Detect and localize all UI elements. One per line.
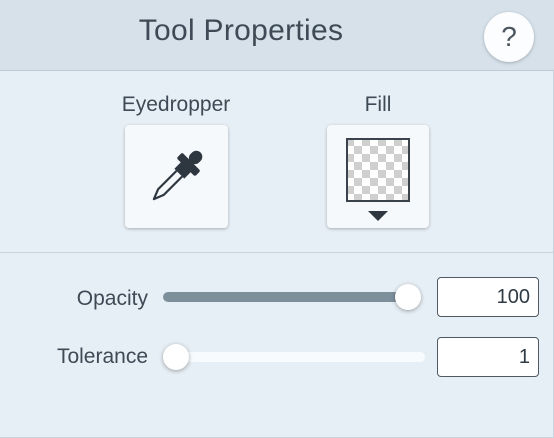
tolerance-input[interactable]: 1	[437, 337, 539, 377]
panel-title: Tool Properties	[138, 14, 344, 47]
help-icon: ?	[501, 21, 517, 52]
eyedropper-icon	[152, 150, 203, 201]
help-button[interactable]: ?	[484, 12, 534, 62]
fill-button[interactable]	[327, 125, 429, 228]
tolerance-slider-track[interactable]	[163, 352, 425, 362]
tool-properties-panel: Tool Properties ? Eyedropper Fill Opacit…	[0, 0, 554, 438]
tolerance-slider-thumb[interactable]	[163, 344, 189, 370]
opacity-slider-thumb[interactable]	[395, 284, 421, 310]
opacity-slider-track[interactable]	[163, 292, 421, 302]
tolerance-label: Tolerance	[56, 345, 148, 368]
eyedropper-label: Eyedropper	[121, 93, 231, 116]
fill-label: Fill	[364, 93, 392, 116]
opacity-input[interactable]: 100	[437, 277, 539, 317]
opacity-label: Opacity	[76, 287, 148, 310]
opacity-slider-fill	[163, 292, 408, 302]
transparent-swatch-icon	[346, 138, 410, 202]
section-divider	[0, 252, 554, 253]
panel-header: Tool Properties ?	[0, 0, 554, 71]
caret-down-icon[interactable]	[367, 210, 389, 222]
eyedropper-button[interactable]	[125, 125, 228, 228]
